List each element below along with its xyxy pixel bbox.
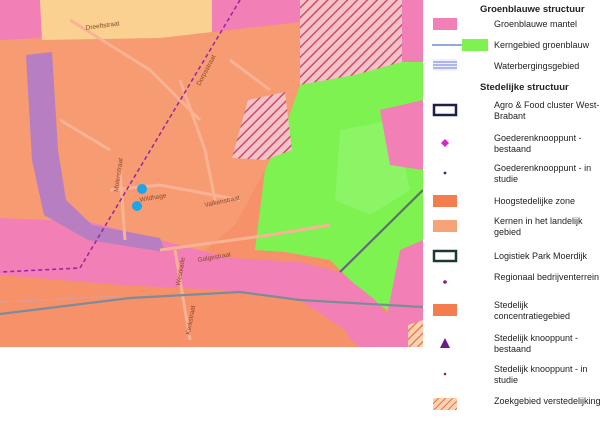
location-marker[interactable] (137, 184, 147, 194)
legend-label: Stedelijk knooppunt - in studie (494, 364, 588, 385)
legend-symbol-orange-hatch (432, 397, 458, 416)
legend-label: Regionaal bedrijventerrein (494, 272, 600, 282)
legend-label: Hoogstedelijke zone (494, 196, 576, 206)
legend-symbol-crimson-dot (432, 367, 458, 386)
legend-symbol-green-line (432, 38, 490, 57)
legend-label: Waterbergingsgebied (494, 61, 580, 71)
legend-symbol-orange-fill (432, 194, 458, 213)
legend-label: Stedelijk concentratiegebied (494, 300, 571, 321)
legend-label: Goederenknooppunt - in studie (494, 163, 592, 184)
legend-label: Stedelijk knooppunt - bestaand (494, 333, 579, 354)
legend-symbol-magenta-diamond (432, 136, 458, 155)
legend-symbol-navy-dot (432, 166, 458, 185)
legend-label: Kerngebied groenblauw (494, 40, 590, 50)
legend-section-title: Groenblauwe structuur (480, 4, 585, 15)
legend-symbol-purple-triangle (432, 336, 458, 355)
legend-label: Goederenknooppunt - bestaand (494, 133, 582, 154)
legend-label: Groenblauwe mantel (494, 19, 578, 29)
legend-symbol-purple-dot (432, 275, 458, 294)
legend-symbol-light-orange-fill (432, 219, 458, 238)
legend-symbol-water-lines (432, 58, 458, 77)
map-legend: Groenblauwe structuur Groenblauwe mantel… (423, 0, 608, 429)
legend-label: Zoekgebied verstedelijking (494, 396, 601, 406)
beige-area (40, 0, 212, 40)
map-canvas[interactable]: Dreeftstraat Dorpsstraat Molenstraat Wil… (0, 0, 424, 347)
location-marker[interactable] (132, 201, 142, 211)
legend-label: Kernen in het landelijk gebied (494, 216, 583, 237)
legend-symbol-dark-outline (432, 103, 458, 122)
legend-label: Logistiek Park Moerdijk (494, 251, 588, 261)
legend-symbol-pink-fill (432, 17, 458, 36)
legend-symbol-green-outline (432, 249, 458, 268)
legend-symbol-orange-fill (432, 303, 458, 322)
legend-label: Agro & Food cluster West-Brabant (494, 100, 600, 121)
legend-section-title: Stedelijke structuur (480, 82, 569, 93)
